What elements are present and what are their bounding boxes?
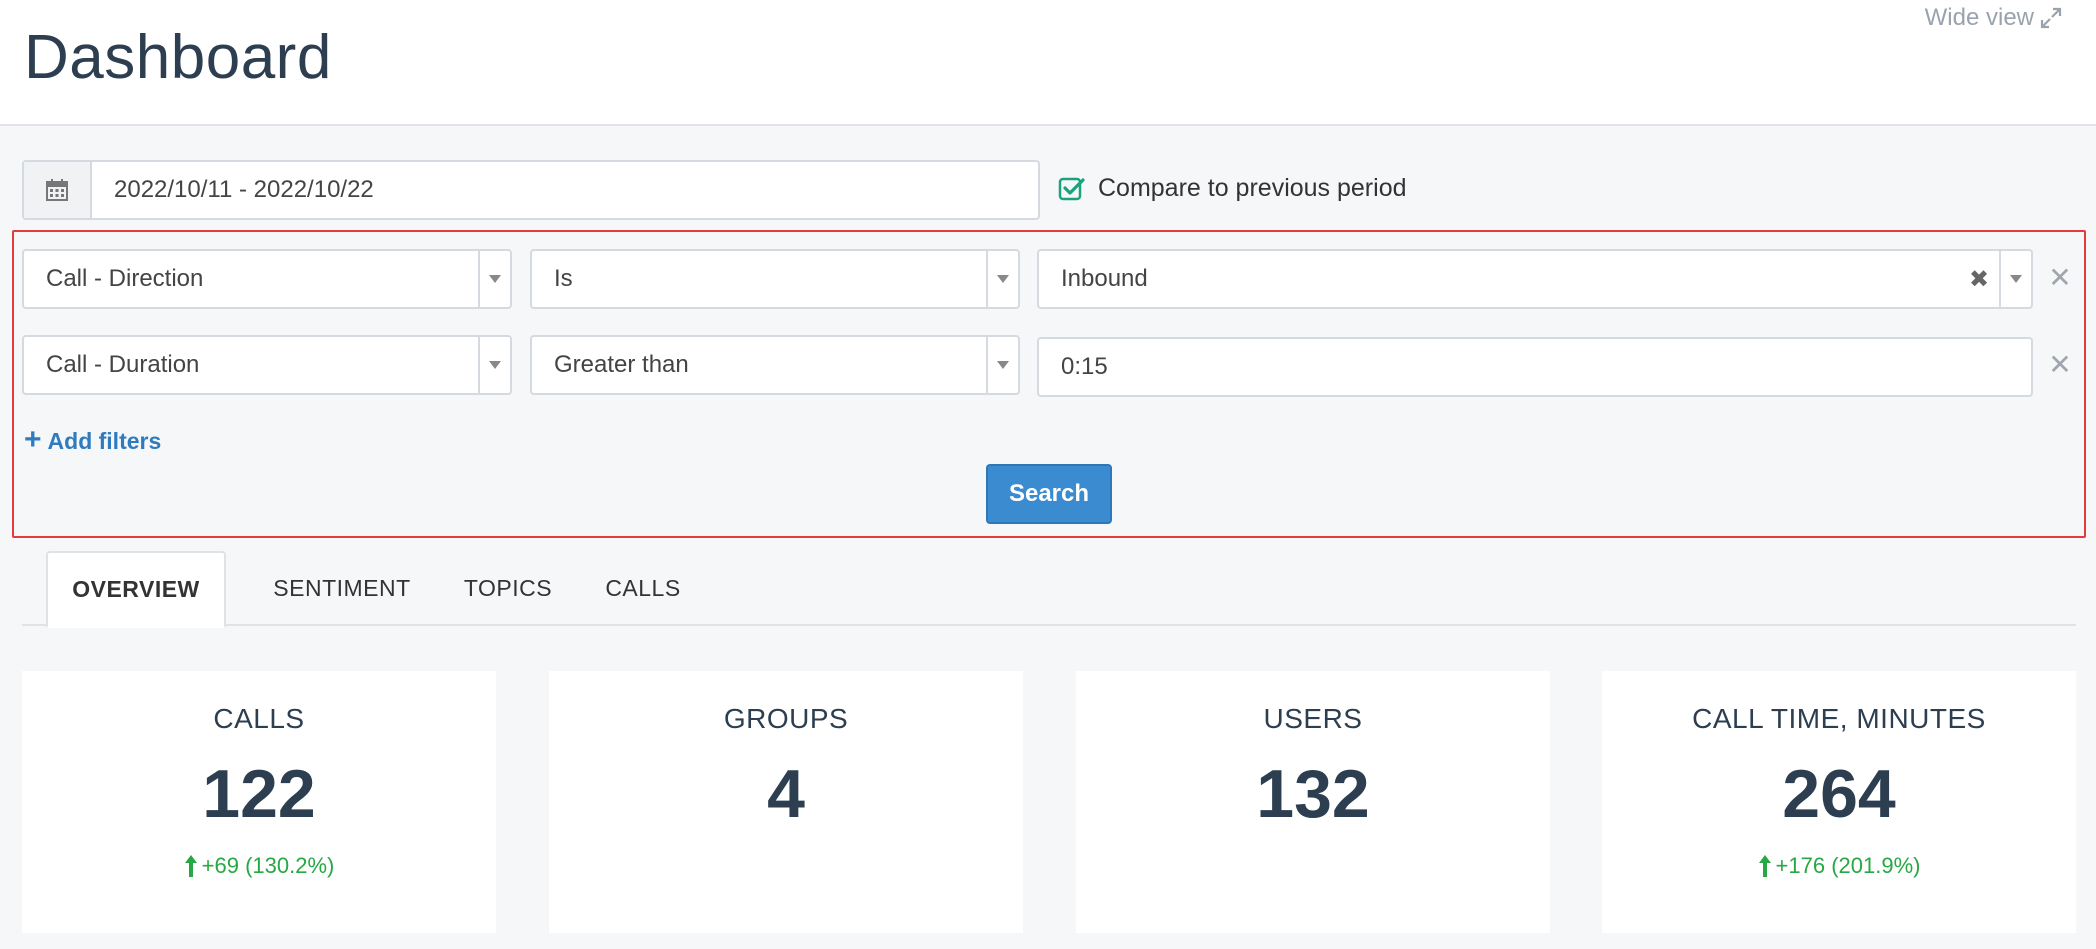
tab-calls[interactable]: CALLS: [578, 551, 708, 626]
filter-2-value-input[interactable]: [1037, 337, 2033, 397]
stat-value: 4: [767, 756, 805, 832]
stat-label: USERS: [1263, 703, 1363, 734]
stat-card-call-time: CALL TIME, MINUTES 264 +176 (201.9%): [1602, 671, 2076, 933]
stat-card-calls: CALLS 122 +69 (130.2%): [22, 671, 496, 933]
date-range-picker[interactable]: [22, 160, 1040, 220]
compare-label: Compare to previous period: [1098, 174, 1407, 202]
filter-1-field-select[interactable]: Call - Direction: [22, 249, 512, 309]
caret-down-icon: [997, 361, 1009, 369]
tab-topics[interactable]: TOPICS: [440, 551, 576, 626]
filter-2-operator-dropdown[interactable]: [986, 337, 1018, 393]
arrow-up-icon: [1758, 855, 1771, 877]
filter-2-field-value: Call - Duration: [46, 351, 200, 378]
search-button[interactable]: Search: [986, 464, 1112, 524]
filter-2-operator-select[interactable]: Greater than: [530, 335, 1020, 395]
stat-label: CALLS: [213, 703, 305, 734]
add-filters-label: Add filters: [47, 428, 162, 454]
stat-value: 122: [202, 756, 316, 832]
page-title: Dashboard: [24, 23, 332, 92]
stat-card-users: USERS 132: [1076, 671, 1550, 933]
plus-icon: +: [24, 423, 42, 456]
filter-1-value-select[interactable]: Inbound ✖: [1037, 249, 2033, 309]
checkbox-checked-icon: [1058, 177, 1085, 200]
filter-2-operator-value: Greater than: [554, 351, 689, 378]
filter-1-field-value: Call - Direction: [46, 265, 204, 292]
page-header: Dashboard Wide view: [0, 0, 2096, 126]
stat-label: GROUPS: [723, 703, 849, 734]
expand-icon: [2040, 7, 2062, 29]
filter-2-field-select[interactable]: Call - Duration: [22, 335, 512, 395]
stat-label: CALL TIME, MINUTES: [1692, 703, 1986, 734]
wide-view-label: Wide view: [1924, 4, 2034, 31]
tab-overview[interactable]: OVERVIEW: [46, 551, 226, 628]
wide-view-toggle[interactable]: Wide view: [1925, 4, 2062, 32]
stat-delta-text: +176 (201.9%): [1775, 853, 1921, 878]
caret-down-icon: [489, 361, 501, 369]
compare-previous-checkbox[interactable]: Compare to previous period: [1058, 174, 1407, 203]
clear-icon[interactable]: ✖: [1959, 251, 1999, 307]
tab-bar: OVERVIEW SENTIMENT TOPICS CALLS: [22, 551, 2076, 628]
filter-1-operator-value: Is: [554, 265, 573, 292]
stat-delta-text: +69 (130.2%): [201, 853, 335, 878]
calendar-icon: [46, 179, 68, 201]
arrow-up-icon: [184, 855, 197, 877]
caret-down-icon: [997, 275, 1009, 283]
add-filters-link[interactable]: + Add filters: [24, 423, 162, 456]
stat-value: 132: [1256, 756, 1370, 832]
filter-1-operator-dropdown[interactable]: [986, 251, 1018, 307]
calendar-button[interactable]: [24, 162, 92, 218]
filter-2-remove-icon[interactable]: ✕: [2045, 349, 2075, 380]
filter-1-field-dropdown[interactable]: [478, 251, 510, 307]
stat-value: 264: [1782, 756, 1896, 832]
filter-1-operator-select[interactable]: Is: [530, 249, 1020, 309]
filter-2-field-dropdown[interactable]: [478, 337, 510, 393]
stat-delta: +69 (130.2%): [184, 853, 335, 879]
filter-1-value-dropdown[interactable]: [1999, 251, 2031, 307]
tab-sentiment[interactable]: SENTIMENT: [252, 551, 432, 626]
stat-delta: +176 (201.9%): [1758, 853, 1921, 879]
date-range-input[interactable]: [92, 162, 1038, 218]
caret-down-icon: [489, 275, 501, 283]
filter-1-remove-icon[interactable]: ✕: [2045, 262, 2075, 293]
filter-1-value: Inbound: [1061, 265, 1148, 292]
stat-card-groups: GROUPS 4: [549, 671, 1023, 933]
caret-down-icon: [2010, 275, 2022, 283]
